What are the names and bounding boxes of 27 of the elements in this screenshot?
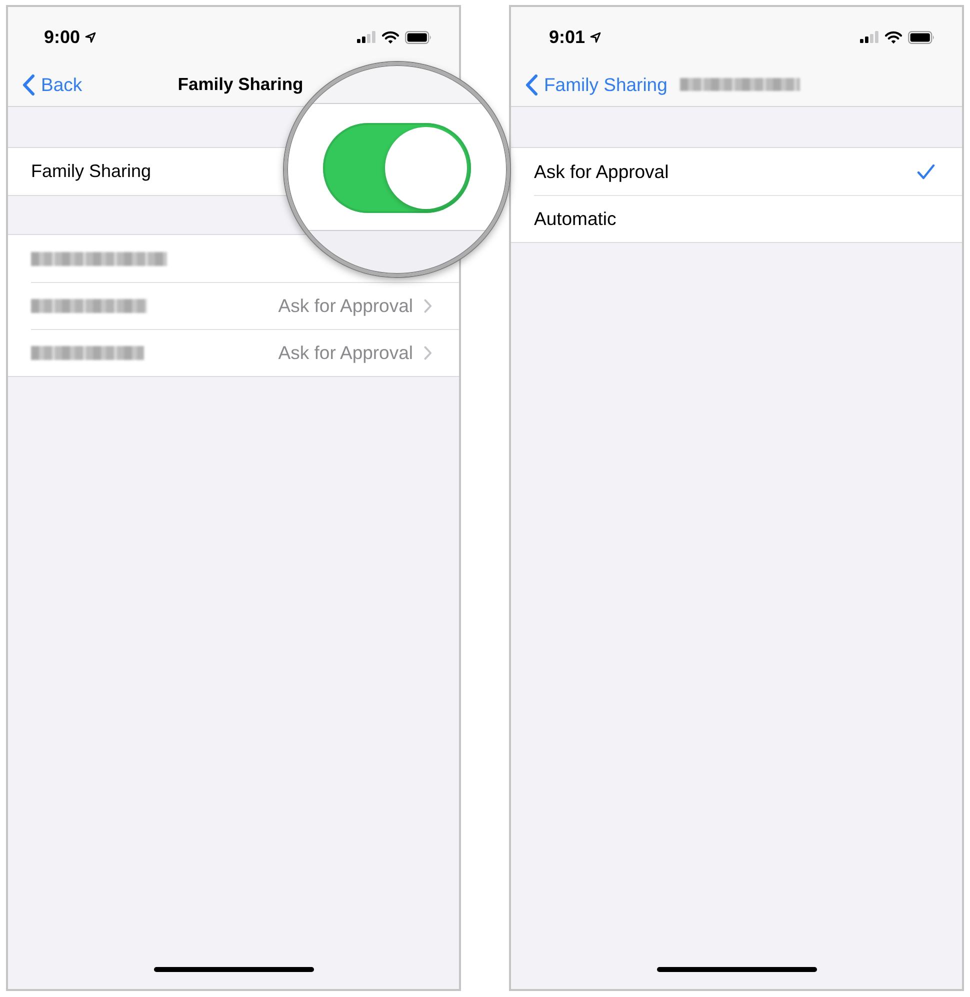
nav-title: Family Sharing xyxy=(178,74,304,95)
signal-strength-icon xyxy=(357,31,376,43)
location-arrow-icon xyxy=(85,32,96,42)
chevron-right-icon xyxy=(424,299,432,313)
option-row[interactable]: Automatic xyxy=(511,195,962,242)
wifi-icon xyxy=(382,30,399,44)
battery-icon xyxy=(908,30,935,44)
row-label: Family Sharing xyxy=(31,161,152,182)
option-label: Ask for Approval xyxy=(534,160,669,182)
member-row[interactable]: Ask for Approval xyxy=(8,329,459,376)
option-row[interactable]: Ask for Approval xyxy=(511,148,962,195)
row-value: Ask for Approval xyxy=(278,295,413,317)
wifi-icon xyxy=(885,30,902,44)
chevron-left-icon xyxy=(22,74,35,96)
member-row[interactable]: Ask for Approval xyxy=(8,282,459,329)
chevron-left-icon xyxy=(525,74,538,96)
back-button[interactable]: Back xyxy=(22,74,82,96)
signal-strength-icon xyxy=(860,31,879,43)
option-label: Automatic xyxy=(534,208,616,230)
battery-icon xyxy=(405,30,432,44)
row-value: Ask for Approval xyxy=(278,342,413,364)
status-time: 9:01 xyxy=(549,26,586,48)
location-arrow-icon xyxy=(590,32,602,42)
status-time: 9:00 xyxy=(44,26,80,48)
back-button[interactable]: Family Sharing xyxy=(525,74,668,96)
checkmark-icon xyxy=(917,164,935,180)
chevron-right-icon xyxy=(424,346,432,360)
